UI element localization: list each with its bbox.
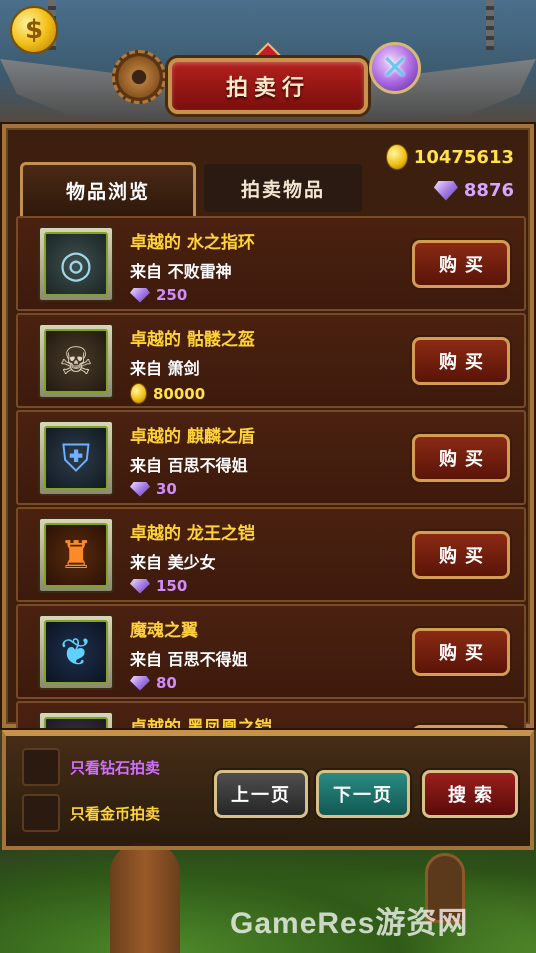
page-title: 拍卖行 <box>225 76 310 101</box>
diamond-icon <box>130 288 150 303</box>
diamond-icon <box>130 579 150 594</box>
tab-browse-items[interactable]: 物品浏览 <box>20 162 196 216</box>
item-seller: 来自 箫剑 <box>130 359 200 378</box>
price-value: 150 <box>156 577 188 595</box>
diamond-amount: 8876 <box>463 180 514 201</box>
auction-item-list[interactable]: ◎ 卓越的 水之指环 来自 不败雷神 250 购买 ☠ 卓越的 骷髅之盔 来自 … <box>16 216 526 728</box>
wings-icon: ❦ <box>44 620 108 684</box>
item-name: 卓越的 麒麟之盾 <box>130 427 255 447</box>
list-item: ❦ 魔魂之翼 来自 百思不得姐 80 购买 <box>16 604 526 699</box>
bottom-control-bar: 只看钻石拍卖 只看金币拍卖 上一页 下一页 搜索 <box>2 730 534 850</box>
next-page-button[interactable]: 下一页 <box>316 770 410 818</box>
item-slot[interactable]: ◎ <box>38 226 114 302</box>
gold-coin-icon <box>130 383 147 404</box>
item-slot[interactable]: ⛨ <box>38 420 114 496</box>
close-button[interactable]: ✕ <box>369 42 421 94</box>
gold-only-label: 只看金币拍卖 <box>70 804 161 823</box>
tab-label: 拍卖物品 <box>240 178 325 201</box>
buy-button[interactable]: 购买 <box>412 240 510 288</box>
price-value: 250 <box>156 286 188 304</box>
gear-icon <box>112 50 166 104</box>
item-seller: 来自 百思不得姐 <box>130 456 248 475</box>
diamond-icon <box>434 181 458 201</box>
ring-icon: ◎ <box>44 232 108 296</box>
list-item: ✧ 卓越的 黑凤凰之铠 购买 <box>16 701 526 728</box>
tab-label: 物品浏览 <box>65 181 150 203</box>
filter-diamond-only: 只看钻石拍卖 <box>22 748 160 786</box>
diamond-only-label: 只看钻石拍卖 <box>70 758 161 777</box>
prev-page-button[interactable]: 上一页 <box>214 770 308 818</box>
armor-icon: ♜ <box>44 523 108 587</box>
title-plate: 拍卖行 <box>168 58 368 114</box>
item-slot[interactable]: ♜ <box>38 517 114 593</box>
buy-button[interactable]: 购买 <box>412 628 510 676</box>
item-slot[interactable]: ✧ <box>38 711 114 728</box>
coin-icon[interactable]: $ <box>10 6 58 54</box>
gold-coin-icon <box>385 144 408 170</box>
filter-gold-only: 只看金币拍卖 <box>22 794 160 832</box>
item-seller: 来自 百思不得姐 <box>130 650 248 669</box>
item-name: 卓越的 骷髅之盔 <box>130 330 255 350</box>
item-name: 卓越的 黑凤凰之铠 <box>130 718 272 728</box>
item-name: 卓越的 水之指环 <box>130 233 255 253</box>
buy-button[interactable]: 购买 <box>412 725 510 728</box>
gold-balance: 10475613 <box>385 144 514 170</box>
item-price: 150 <box>130 577 187 595</box>
price-value: 80 <box>156 674 177 692</box>
diamond-icon <box>130 482 150 497</box>
list-item: ♜ 卓越的 龙王之铠 来自 美少女 150 购买 <box>16 507 526 602</box>
tab-auction-items[interactable]: 拍卖物品 <box>204 164 362 212</box>
item-slot[interactable]: ☠ <box>38 323 114 399</box>
diamond-balance: 8876 <box>434 180 514 201</box>
diamond-only-checkbox[interactable] <box>22 748 60 786</box>
list-item: ◎ 卓越的 水之指环 来自 不败雷神 250 购买 <box>16 216 526 311</box>
item-price: 80 <box>130 674 177 692</box>
auction-panel: 物品浏览 拍卖物品 10475613 8876 ◎ 卓越的 水之指环 来自 不败… <box>2 124 534 728</box>
watermark: GameRes游资网 <box>230 907 469 940</box>
item-price: 80000 <box>130 383 205 404</box>
item-slot[interactable]: ❦ <box>38 614 114 690</box>
chain-right <box>486 0 494 50</box>
list-item: ⛨ 卓越的 麒麟之盾 来自 百思不得姐 30 购买 <box>16 410 526 505</box>
item-seller: 来自 美少女 <box>130 553 216 572</box>
shield-icon: ⛨ <box>44 426 108 490</box>
item-seller: 来自 不败雷神 <box>130 262 232 281</box>
gold-only-checkbox[interactable] <box>22 794 60 832</box>
buy-button[interactable]: 购买 <box>412 434 510 482</box>
item-price: 250 <box>130 286 187 304</box>
item-name: 魔魂之翼 <box>130 621 198 641</box>
item-price: 30 <box>130 480 177 498</box>
search-button[interactable]: 搜索 <box>422 770 518 818</box>
buy-button[interactable]: 购买 <box>412 531 510 579</box>
buy-button[interactable]: 购买 <box>412 337 510 385</box>
gold-amount: 10475613 <box>413 146 514 168</box>
price-value: 80000 <box>153 384 206 403</box>
list-item: ☠ 卓越的 骷髅之盔 来自 箫剑 80000 购买 <box>16 313 526 408</box>
price-value: 30 <box>156 480 177 498</box>
background-tree <box>110 843 180 953</box>
close-icon: ✕ <box>380 48 410 88</box>
skull-helmet-icon: ☠ <box>44 329 108 393</box>
item-name: 卓越的 龙王之铠 <box>130 524 255 544</box>
phoenix-armor-icon: ✧ <box>44 717 108 728</box>
diamond-icon <box>130 676 150 691</box>
